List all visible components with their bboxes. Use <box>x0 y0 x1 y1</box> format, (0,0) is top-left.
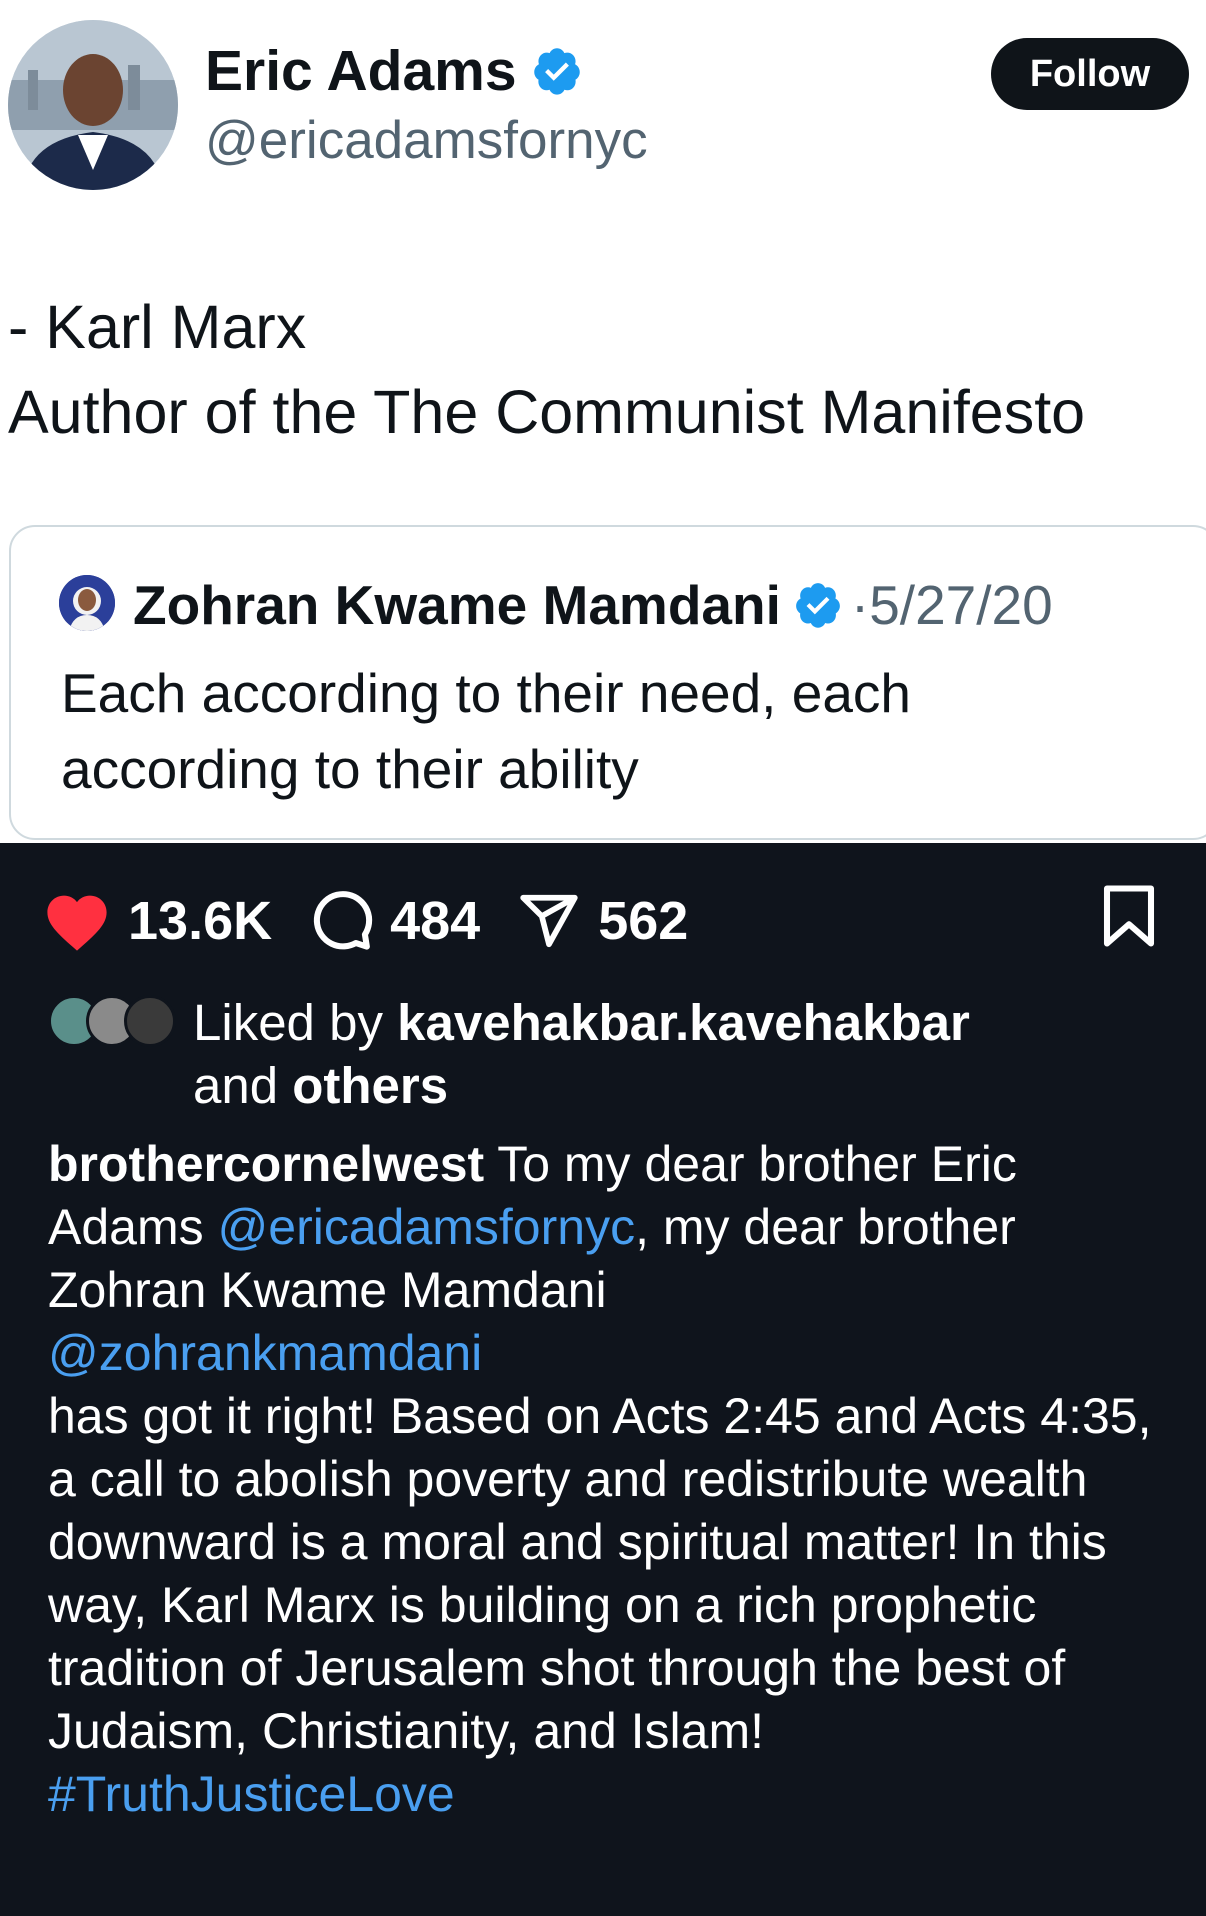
author-name[interactable]: Eric Adams <box>205 38 583 104</box>
mention-link[interactable]: @zohrankmamdani <box>48 1325 482 1381</box>
quoted-text: Each according to their need, each accor… <box>61 655 911 807</box>
hashtag-link[interactable]: #TruthJusticeLove <box>48 1766 455 1822</box>
liked-by-text: Liked by kavehakbar.kavehakbar and other… <box>193 991 1093 1117</box>
quoted-date: ·5/27/20 <box>850 574 1053 636</box>
tweet-screenshot: Eric Adams @ericadamsfornyc Follow - Kar… <box>0 0 1206 843</box>
like-count: 13.6K <box>128 891 273 951</box>
bookmark-icon <box>1103 885 1155 947</box>
share-icon <box>520 894 578 948</box>
follow-button[interactable]: Follow <box>991 38 1189 110</box>
liked-by-prefix: Liked by <box>193 994 398 1051</box>
liked-by-others[interactable]: others <box>292 1057 448 1114</box>
verified-badge-icon <box>533 48 580 95</box>
quoted-tweet[interactable]: Zohran Kwame Mamdani ·5/27/20 Each accor… <box>9 525 1206 840</box>
tweet-text-line: Author of the The Communist Manifesto <box>8 378 1086 446</box>
like-button[interactable]: 13.6K <box>42 890 272 952</box>
quoted-author-name[interactable]: Zohran Kwame Mamdani <box>133 573 781 637</box>
liked-by-user[interactable]: kavehakbar.kavehakbar <box>397 994 970 1051</box>
tweet-text-line: - Karl Marx <box>8 293 307 361</box>
caption-username[interactable]: brothercornelwest <box>48 1136 484 1192</box>
post-caption: brothercornelwest To my dear brother Eri… <box>48 1133 1173 1826</box>
author-name-text[interactable]: Eric Adams <box>205 38 517 104</box>
share-count: 562 <box>598 891 689 951</box>
bookmark-button[interactable] <box>1100 883 1158 954</box>
comment-icon <box>313 891 373 950</box>
author-handle[interactable]: @ericadamsfornyc <box>205 110 648 171</box>
share-button[interactable]: 562 <box>516 890 688 952</box>
author-avatar[interactable] <box>8 20 178 190</box>
mention-link[interactable]: @ericadamsfornyc <box>218 1199 636 1255</box>
liked-by-middle: and <box>193 1057 293 1114</box>
verified-badge-icon <box>796 583 840 628</box>
quoted-author-avatar[interactable] <box>59 575 115 631</box>
liker-avatars[interactable] <box>48 995 183 1050</box>
action-bar: 13.6K 484 562 <box>42 881 724 961</box>
quoted-header: Zohran Kwame Mamdani ·5/27/20 <box>133 573 1053 637</box>
avatar <box>124 995 176 1047</box>
instagram-post-footer: 13.6K 484 562 Liked by kavehakbar.kaveha… <box>0 843 1206 1916</box>
quoted-text-line: according to their ability <box>61 738 639 800</box>
heart-icon <box>47 895 107 951</box>
comment-count: 484 <box>390 891 481 951</box>
quoted-text-line: Each according to their need, each <box>61 662 912 724</box>
caption-text: has got it right! Based on Acts 2:45 and… <box>48 1388 1152 1759</box>
tweet-body: - Karl Marx Author of the The Communist … <box>8 285 1085 455</box>
comment-button[interactable]: 484 <box>308 888 480 954</box>
